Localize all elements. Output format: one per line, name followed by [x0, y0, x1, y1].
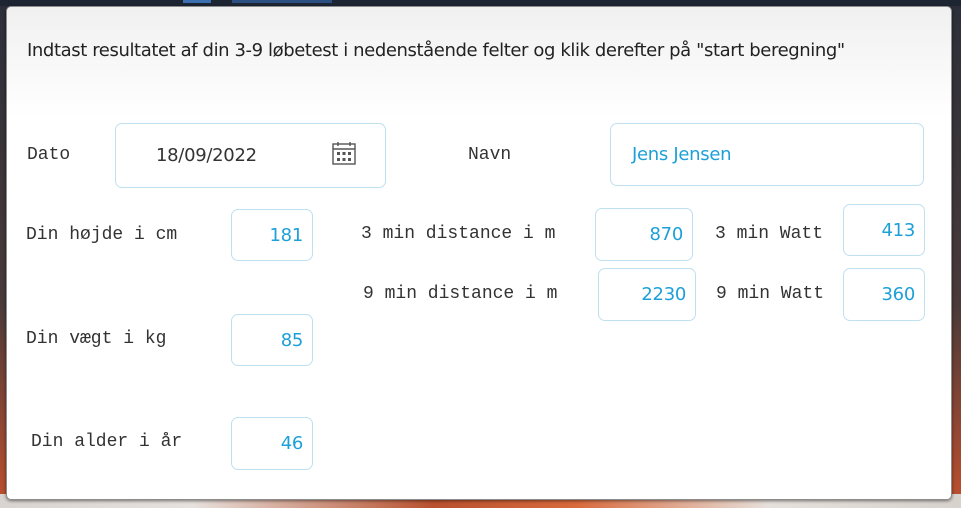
age-field[interactable]: 46 [231, 417, 313, 470]
distance-3min-field[interactable]: 870 [595, 208, 693, 261]
height-field[interactable]: 181 [231, 209, 313, 261]
distance-9min-label: 9 min distance i m [363, 284, 558, 304]
watt-3min-label: 3 min Watt [715, 224, 824, 244]
fitness-test-form: Indtast resultatet af din 3-9 løbetest i… [6, 6, 952, 500]
distance-3min-label: 3 min distance i m [361, 224, 556, 244]
name-value: Jens Jensen [632, 144, 732, 165]
date-label: Dato [27, 145, 71, 165]
form-instructions: Indtast resultatet af din 3-9 løbetest i… [27, 40, 845, 61]
watt-9min-value: 360 [881, 284, 916, 305]
distance-3min-value: 870 [649, 224, 684, 245]
date-field[interactable]: 18/09/2022 [115, 123, 386, 188]
height-value: 181 [269, 224, 304, 246]
name-field[interactable]: Jens Jensen [610, 123, 924, 186]
watt-3min-value: 413 [881, 219, 916, 241]
weight-field[interactable]: 85 [231, 314, 313, 366]
watt-9min-label: 9 min Watt [716, 284, 825, 304]
name-label: Navn [468, 145, 512, 165]
age-label: Din alder i år [31, 432, 183, 452]
top-bar-indicator [183, 0, 211, 3]
watt-9min-field[interactable]: 360 [843, 268, 925, 321]
weight-value: 85 [280, 329, 304, 351]
watt-3min-field[interactable]: 413 [843, 204, 925, 256]
distance-9min-value: 2230 [641, 284, 686, 305]
top-bar-indicator [232, 0, 332, 3]
age-value: 46 [280, 433, 304, 454]
weight-label: Din vægt i kg [26, 329, 167, 349]
height-label: Din højde i cm [26, 225, 178, 245]
calendar-icon[interactable] [332, 142, 356, 165]
date-value: 18/09/2022 [156, 145, 257, 166]
distance-9min-field[interactable]: 2230 [598, 268, 696, 321]
